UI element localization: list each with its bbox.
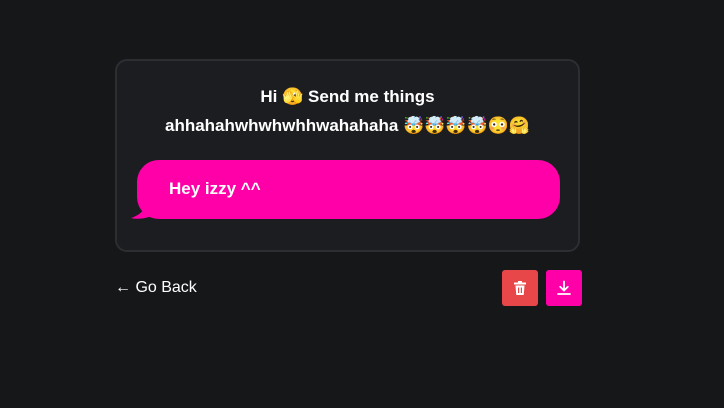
reply-bubble: Hey izzy ^^ xyxy=(129,160,560,222)
download-icon xyxy=(557,280,571,295)
page: Hi 🫣 Send me things ahhahahwhwhwhhwahaha… xyxy=(0,0,724,408)
download-button[interactable] xyxy=(546,270,582,306)
delete-button[interactable] xyxy=(502,270,538,306)
prompt-line-1: Hi 🫣 Send me things xyxy=(260,87,435,106)
reply-bubble-body: Hey izzy ^^ xyxy=(137,160,560,219)
message-card: Hi 🫣 Send me things ahhahahwhwhwhhwahaha… xyxy=(115,59,580,252)
reply-text: Hey izzy ^^ xyxy=(169,179,261,198)
trash-icon xyxy=(514,281,526,295)
go-back-link[interactable]: ← Go Back xyxy=(115,278,197,298)
prompt-text: Hi 🫣 Send me things ahhahahwhwhwhhwahaha… xyxy=(117,82,578,140)
prompt-line-2: ahhahahwhwhwhhwahahaha 🤯🤯🤯🤯😳🤗 xyxy=(164,116,531,135)
